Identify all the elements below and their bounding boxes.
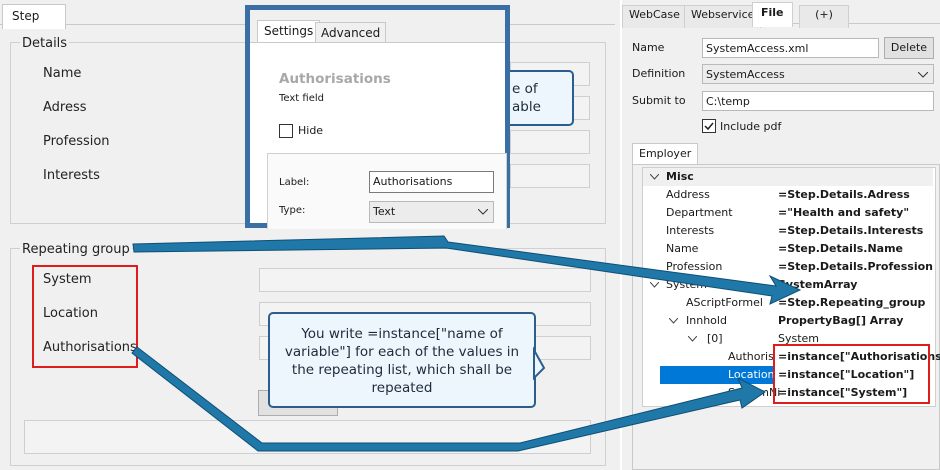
chevron-down-icon [650, 282, 659, 288]
grid-value: ="Health and safety" [778, 206, 910, 219]
tab-add[interactable]: (+) [799, 5, 849, 28]
grid-value: =Step.Details.Name [778, 242, 904, 255]
instance-callout-text: You write =instance["name of variable"] … [284, 326, 520, 396]
instance-callout: You write =instance["name of variable"] … [268, 312, 536, 408]
chevron-down-icon [650, 174, 659, 180]
grid-row[interactable]: AScriptFormel =Step.Repeating_group [643, 294, 933, 312]
grid-value: PropertyBag[] Array [778, 314, 904, 327]
grid-key: Address [666, 188, 710, 201]
popup-field-title: Authorisations [279, 71, 391, 87]
include-pdf-checkbox[interactable] [702, 119, 716, 133]
repeating-labels-highlight [32, 265, 138, 368]
grid-value: =Step.Details.Interests [778, 224, 924, 237]
grid-value: SystemArray [778, 278, 858, 291]
grid-row-system[interactable]: System SystemArray [643, 276, 933, 294]
settings-popup: Settings Advanced Authorisations Text fi… [245, 5, 510, 229]
grid-key: Innhold [686, 314, 727, 327]
submit-input[interactable]: C:\temp [702, 91, 934, 111]
interests-field[interactable] [510, 164, 590, 188]
definition-value: SystemAccess [706, 68, 785, 81]
grid-key: Authoris [728, 350, 774, 363]
chevron-down-icon [669, 318, 678, 324]
label-caption: Label: [279, 177, 310, 188]
checkmark-icon [704, 122, 714, 131]
delete-button[interactable]: Delete [884, 37, 934, 59]
chevron-down-icon [918, 72, 928, 78]
grid-key: Department [666, 206, 733, 219]
profession-label: Profession [43, 134, 110, 149]
grid-section-label: Misc [666, 170, 694, 183]
grid-key: System [666, 278, 708, 291]
tab-webcase[interactable]: WebCase [622, 5, 687, 28]
interests-label: Interests [43, 168, 100, 183]
tab-file[interactable]: File [752, 2, 793, 27]
definition-select[interactable]: SystemAccess [702, 64, 934, 84]
label-input[interactable]: Authorisations [369, 171, 494, 193]
chevron-down-icon [478, 209, 488, 215]
profession-field[interactable] [510, 130, 590, 154]
submit-label: Submit to [632, 94, 686, 107]
name-input[interactable]: SystemAccess.xml [702, 38, 879, 58]
grid-row[interactable]: Profession =Step.Details.Profession [643, 258, 933, 276]
adress-label: Adress [43, 100, 87, 115]
popup-field-subtitle: Text field [279, 93, 324, 104]
hide-label: Hide [298, 124, 324, 137]
partial-callout-line2: able [512, 99, 541, 115]
name-label-right: Name [632, 41, 665, 54]
grid-key: Location [728, 368, 775, 381]
grid-section-misc[interactable]: Misc [643, 168, 933, 186]
grid-value: =Step.Details.Profession [778, 260, 933, 273]
grid-row-innhold[interactable]: Innhold PropertyBag[] Array [643, 312, 933, 330]
tab-step[interactable]: Step [2, 4, 66, 29]
grid-key: [0] [707, 332, 723, 345]
system-field[interactable] [259, 268, 591, 292]
grid-row[interactable]: Name =Step.Details.Name [643, 240, 933, 258]
partial-callout-line1: e of [512, 81, 538, 97]
grid-value: =Step.Repeating_group [778, 296, 926, 309]
grid-key: AScriptFormel [686, 296, 763, 309]
chevron-down-icon [688, 336, 697, 342]
type-select[interactable]: Text [369, 201, 494, 223]
grid-row[interactable]: Department ="Health and safety" [643, 204, 933, 222]
instance-values-highlight [773, 344, 930, 404]
repeating-list-area[interactable] [24, 420, 591, 454]
include-pdf-label: Include pdf [720, 120, 782, 133]
type-select-value: Text [373, 205, 396, 218]
popup-tab-divider [250, 42, 505, 43]
grid-key: Interests [666, 224, 715, 237]
grid-row[interactable]: Interests =Step.Details.Interests [643, 222, 933, 240]
tab-webservice[interactable]: Webservice [684, 5, 762, 28]
grid-key: Name [666, 242, 699, 255]
name-label: Name [43, 66, 82, 81]
definition-label: Definition [632, 67, 686, 80]
repeating-legend: Repeating group [20, 242, 132, 257]
grid-row[interactable]: Address =Step.Details.Adress [643, 186, 933, 204]
tab-popup-settings[interactable]: Settings [257, 20, 321, 43]
details-legend: Details [20, 36, 70, 51]
type-caption: Type: [279, 205, 306, 216]
grid-key: Profession [666, 260, 723, 273]
tab-employer[interactable]: Employer [632, 143, 699, 165]
tab-popup-advanced[interactable]: Advanced [315, 22, 387, 43]
hide-checkbox[interactable] [279, 124, 293, 138]
grid-value: =Step.Details.Adress [778, 188, 910, 201]
